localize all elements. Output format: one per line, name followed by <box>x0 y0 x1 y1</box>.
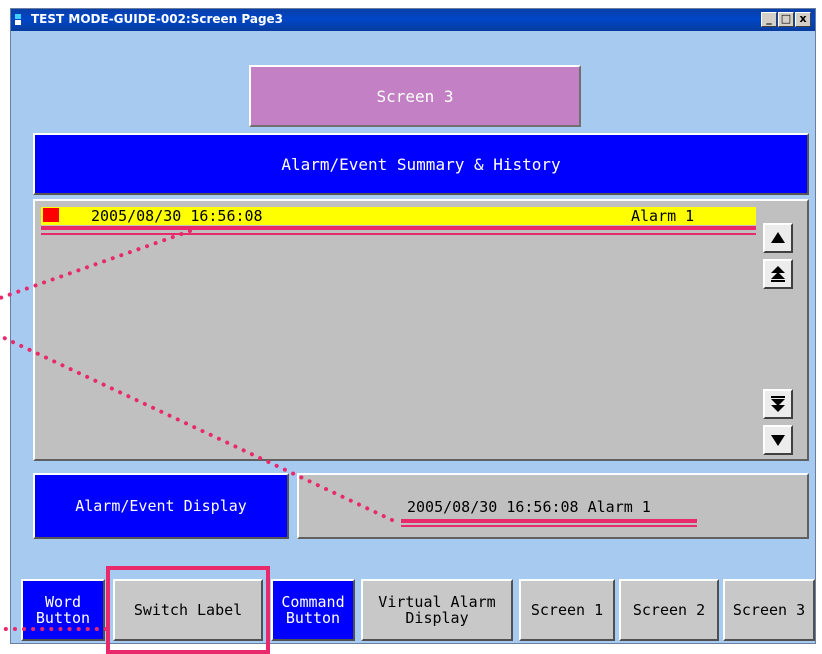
callout-line-alarm-row <box>0 229 192 300</box>
callout-line-alarm-display <box>0 334 394 522</box>
callout-lines <box>0 229 394 631</box>
